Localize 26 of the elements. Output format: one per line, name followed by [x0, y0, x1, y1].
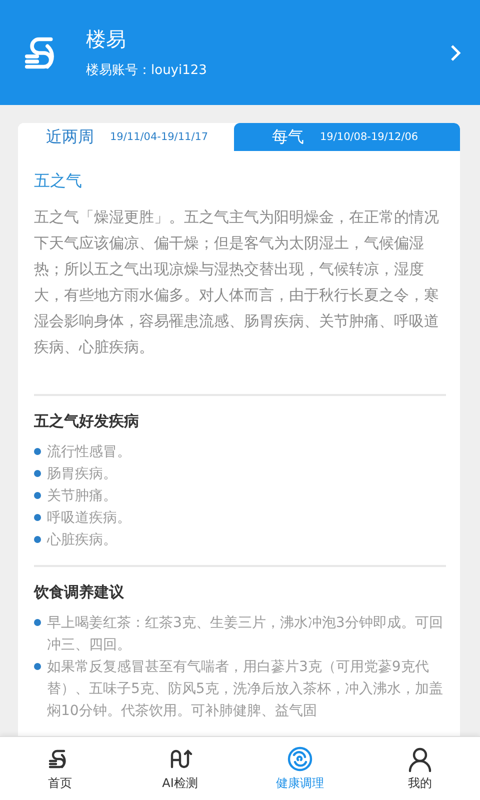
bullet-icon	[34, 663, 41, 670]
section-heading: 饮食调养建议	[34, 583, 125, 602]
list-item-text: 肠胃疾病。	[47, 465, 117, 484]
bullet-icon	[34, 619, 41, 626]
list-item-text: 心脏疾病。	[47, 531, 117, 550]
intro-paragraph: 五之气「燥湿更胜」。五之气主气为阳明燥金，在正常的情况下天气应该偏凉、偏干燥；但是客气为太阴湿土，气候偏湿热；所以五之气出现凉燥与湿热交替出现，气候转凉，湿度大，有些地方雨水偏多。对人体而言，由于秋行长夏之令，寒湿会影响身体，容易罹患流感、肠胃疾病、关节肿痛、呼吸道疾病、心脏疾病。	[34, 207, 440, 358]
list-item-text: 关节肿痛。	[47, 487, 117, 506]
list-item-text: 如果常反复感冒甚至有气喘者，用白蔘片3克（可用党蔘9克代替）、五味子5克、防风5克，洗净后放入茶杯，冲入沸水，加盖焖10分钟。代茶饮用。可补肺健脾、益气固	[47, 658, 444, 721]
list-item-text: 流行性感冒。	[47, 443, 131, 462]
bullet-icon	[34, 514, 41, 521]
bullet-icon	[34, 492, 41, 499]
chevron-right-icon[interactable]	[448, 42, 462, 62]
list-item-text: 早上喝姜红茶：红茶3克、生姜三片，沸水冲泡3分钟即成。可回冲三、四回。	[47, 614, 444, 655]
nav-tab[interactable]: 我的	[360, 737, 480, 800]
bullet-icon	[34, 536, 41, 543]
nav-tab[interactable]: 首页	[0, 737, 120, 800]
swirl-icon	[286, 745, 314, 773]
list-item-text: 呼吸道疾病。	[47, 509, 131, 528]
app-title: 楼易	[86, 26, 127, 53]
user-icon	[406, 745, 434, 773]
nav-tab[interactable]: AI检测	[120, 737, 240, 800]
bullet-icon	[34, 470, 41, 477]
bullet-icon	[34, 448, 41, 455]
section-title: 五之气	[34, 171, 83, 192]
section-heading: 五之气好发疾病	[34, 412, 140, 431]
account-text: 楼易账号：louyi123	[86, 62, 208, 79]
